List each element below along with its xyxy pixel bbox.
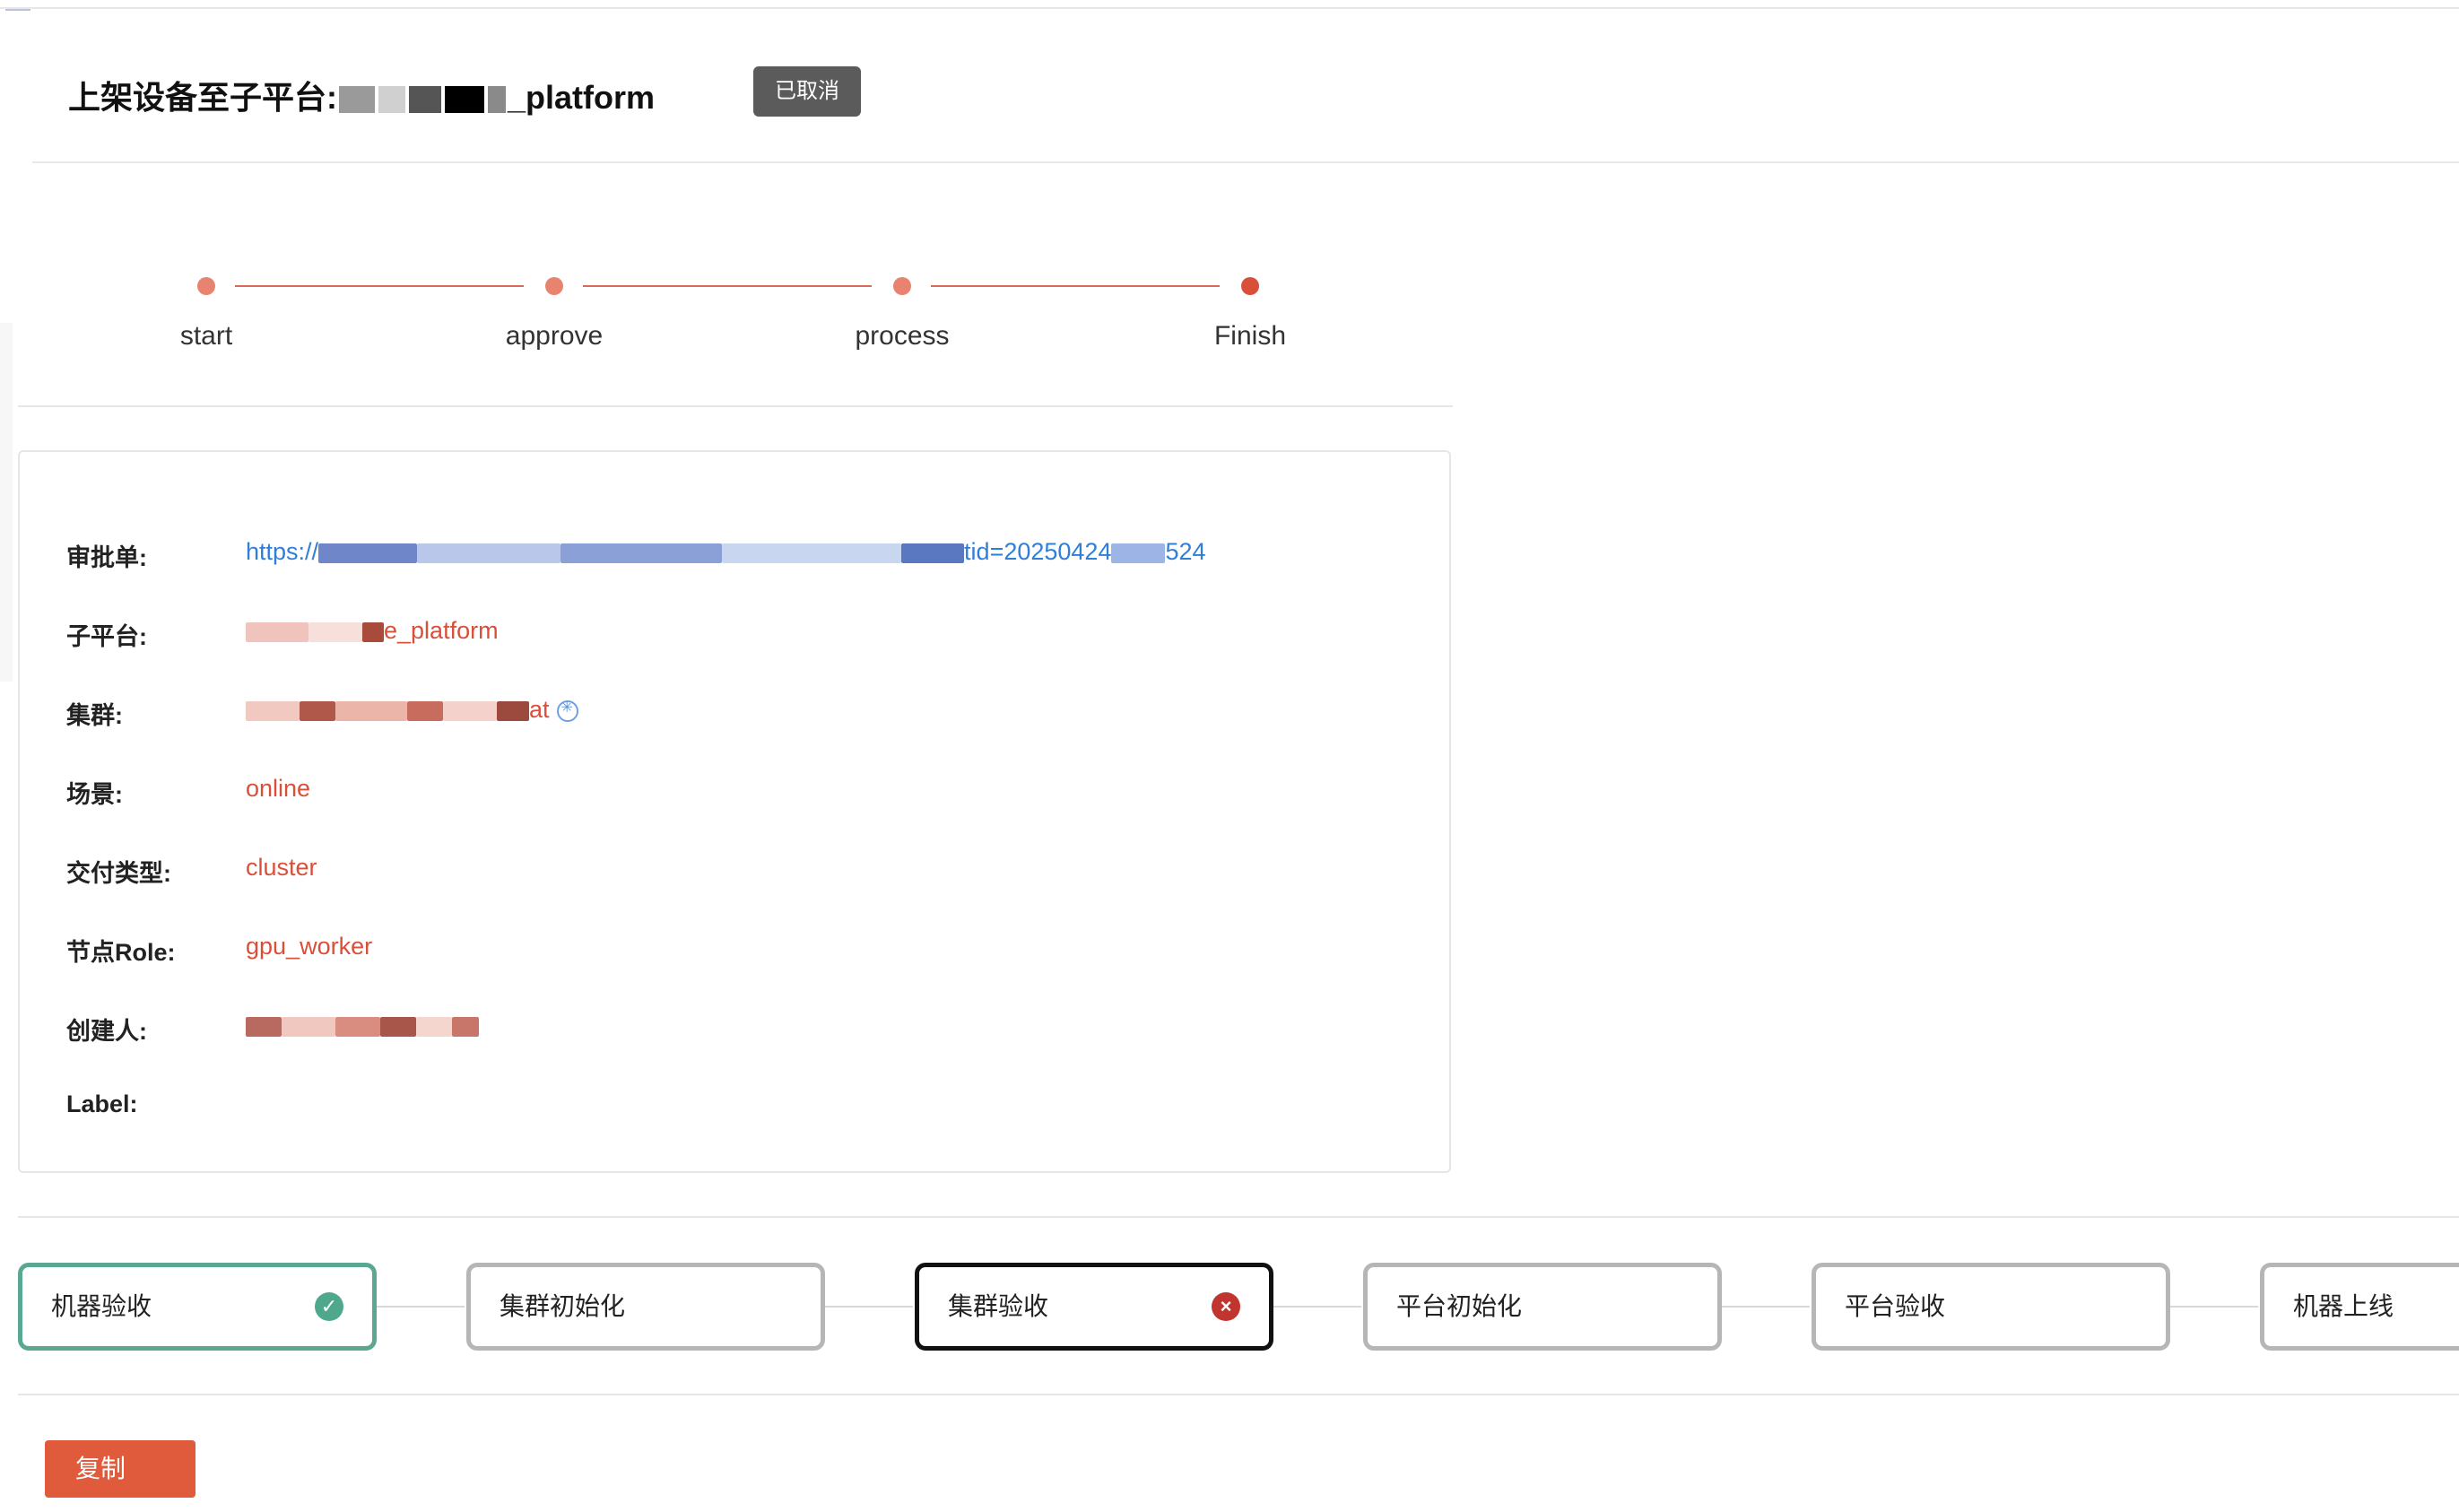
role-label: 节点Role: [66,939,176,966]
info-row-role: 节点Role: gpu_worker [66,933,1412,972]
info-card: 审批单: https:// tid=20250424 524 子平台: e_plat… [18,450,1451,1173]
info-row-subplatform: 子平台: e_platform [66,617,1412,656]
page-header: 上架设备至子平台: _platform 已取消 [32,54,2459,163]
title-suffix: _platform [508,79,656,116]
approval-link-suffix: tid=20250424 [964,538,1112,565]
redacted-block [246,1016,282,1037]
step-dot-approve [545,277,563,295]
step-connector [235,285,524,287]
role-value: gpu_worker [246,933,373,960]
flow-node-cluster-init[interactable]: 集群初始化 [466,1263,825,1351]
step-label-start: start [179,321,233,351]
subplatform-value-suffix: e_platform [384,617,499,644]
redacted-block [246,621,308,642]
step-label-finish: Finish [1213,321,1287,351]
redacted-block [308,621,362,642]
close-icon: × [1212,1292,1240,1321]
corner-mark [5,0,30,11]
step-dot-start [197,277,215,295]
scene-value: online [246,775,311,802]
step-label-approve: approve [505,321,604,351]
redacted-block [362,621,384,642]
redacted-block [901,543,965,563]
label-label: Label: [66,1091,138,1117]
page-title: 上架设备至子平台: _platform [68,72,655,118]
info-row-scene: 场景: online [66,775,1412,814]
redacted-block [335,1016,380,1037]
approval-link-tail: 524 [1165,538,1206,565]
redacted-block [417,543,561,563]
step-connector [583,285,872,287]
redacted-block [246,700,300,721]
flow-connector [823,1306,913,1308]
redacted-block [560,543,723,563]
flow-node-cluster-acceptance[interactable]: 集群验收 × [915,1263,1273,1351]
settings-icon[interactable] [556,699,578,722]
scene-label: 场景: [66,781,123,808]
cluster-label: 集群: [66,702,123,729]
creator-value [246,1012,479,1039]
left-edge [0,323,13,682]
flow-connector [1720,1306,1810,1308]
flow-node-label: 集群验收 [948,1292,1049,1320]
cluster-value: at [246,696,578,724]
redacted-block [497,700,529,721]
flow-node-label: 机器上线 [2293,1292,2394,1320]
info-row-delivery: 交付类型: cluster [66,854,1412,893]
step-dot-finish [1241,277,1259,295]
check-icon: ✓ [315,1292,343,1321]
redacted-block [416,1016,452,1037]
flow-node-label: 平台验收 [1845,1292,1946,1320]
flow-node-label: 平台初始化 [1396,1292,1523,1320]
redacted-block [452,1016,479,1037]
approval-link[interactable]: https:// tid=20250424 524 [246,538,1206,566]
step-connector [931,285,1220,287]
page: 上架设备至子平台: _platform 已取消 start approve pro… [0,0,2459,1512]
redacted-block [409,86,441,114]
redacted-block [443,700,497,721]
info-row-creator: 创建人: [66,1012,1412,1051]
redacted-block [282,1016,335,1037]
cluster-value-suffix: at [529,696,550,723]
redacted-block [488,86,506,114]
flow-divider-top [18,1216,2459,1218]
delivery-value: cluster [246,854,317,881]
flow-node-machine-online[interactable]: 机器上线 [2260,1263,2459,1351]
title-prefix: 上架设备至子平台: [68,79,337,116]
redacted-block [378,86,405,114]
flow-divider-bottom [18,1394,2459,1395]
redacted-block [335,700,407,721]
delivery-label: 交付类型: [66,860,171,887]
redacted-block [318,543,418,563]
redacted-block [445,86,484,114]
subplatform-label: 子平台: [66,623,147,650]
redacted-block [339,86,375,114]
redacted-block [1111,543,1166,563]
creator-label: 创建人: [66,1018,147,1045]
redacted-block [380,1016,416,1037]
flow-connector [2168,1306,2258,1308]
info-row-label: Label: [66,1091,1412,1130]
progress-steps: start approve process Finish [18,251,1453,407]
redacted-block [300,700,335,721]
flow-node-label: 集群初始化 [500,1292,626,1320]
redacted-block [407,700,443,721]
top-divider [0,7,2459,9]
status-badge: 已取消 [753,66,861,117]
flow-node-platform-init[interactable]: 平台初始化 [1363,1263,1722,1351]
redacted-block [722,543,902,563]
flow-node-label: 机器验收 [51,1292,152,1320]
subplatform-value: e_platform [246,617,499,645]
copy-button[interactable]: 复制 [45,1440,196,1498]
approval-link-prefix: https:// [246,538,319,565]
flow-connector [375,1306,465,1308]
flow-node-platform-acceptance[interactable]: 平台验收 [1812,1263,2170,1351]
step-dot-process [893,277,911,295]
approval-label: 审批单: [66,544,147,571]
info-row-cluster: 集群: at [66,696,1412,735]
flow-node-machine-acceptance[interactable]: 机器验收 ✓ [18,1263,377,1351]
step-label-process: process [855,321,950,351]
flow-connector [1272,1306,1361,1308]
info-row-approval: 审批单: https:// tid=20250424 524 [66,538,1412,578]
